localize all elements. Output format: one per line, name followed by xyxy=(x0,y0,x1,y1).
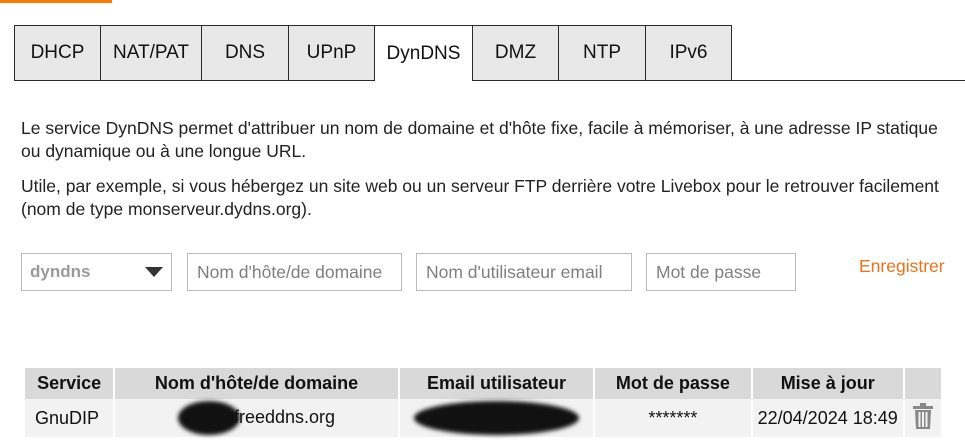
tab-nat-pat[interactable]: NAT/PAT xyxy=(100,25,202,80)
caret-down-icon xyxy=(145,267,163,277)
cell-password: ******* xyxy=(595,399,751,437)
tab-dhcp[interactable]: DHCP xyxy=(14,25,101,80)
col-host-header: Nom d'hôte/de domaine xyxy=(115,368,398,399)
cell-service: GnuDIP xyxy=(25,399,114,437)
tab-ntp[interactable]: NTP xyxy=(558,25,646,80)
cell-updated: 22/04/2024 18:49 xyxy=(752,399,903,437)
password-input[interactable] xyxy=(646,253,796,291)
email-input[interactable] xyxy=(416,253,632,291)
tab-dyndns[interactable]: DynDNS xyxy=(374,25,473,81)
description-text-example: Utile, par exemple, si vous hébergez un … xyxy=(21,176,939,219)
redaction-mark xyxy=(414,401,579,435)
tab-upnp[interactable]: UPnP xyxy=(288,25,375,80)
trash-icon[interactable] xyxy=(912,402,934,435)
accent-line xyxy=(0,0,112,3)
table-header-row: Service Nom d'hôte/de domaine Email util… xyxy=(25,368,941,399)
cell-host: freeddns.org xyxy=(115,399,398,437)
tab-baseline xyxy=(14,80,965,81)
service-select-value: dyndns xyxy=(30,262,91,281)
col-password-header: Mot de passe xyxy=(595,368,751,399)
redaction-mark xyxy=(177,401,240,435)
tab-dns[interactable]: DNS xyxy=(201,25,289,80)
cell-actions xyxy=(904,399,941,437)
table-row: GnuDIP freeddns.org ******* 22/04/2024 1… xyxy=(25,399,941,437)
tab-bar: DHCP NAT/PAT DNS UPnP DynDNS DMZ NTP IPv… xyxy=(14,25,965,81)
cell-email xyxy=(399,399,594,437)
col-actions-header xyxy=(904,368,941,399)
save-button[interactable]: Enregistrer xyxy=(859,256,945,277)
service-select[interactable]: dyndns xyxy=(21,253,172,291)
cell-host-text: freeddns.org xyxy=(233,406,336,427)
tab-ipv6[interactable]: IPv6 xyxy=(645,25,732,80)
col-service-header: Service xyxy=(25,368,114,399)
col-updated-header: Mise à jour xyxy=(752,368,903,399)
dyndns-table: Service Nom d'hôte/de domaine Email util… xyxy=(23,368,943,437)
tab-dmz[interactable]: DMZ xyxy=(472,25,559,80)
hostname-input[interactable] xyxy=(187,253,402,291)
col-email-header: Email utilisateur xyxy=(399,368,594,399)
description-text: Le service DynDNS permet d'attribuer un … xyxy=(21,118,938,161)
